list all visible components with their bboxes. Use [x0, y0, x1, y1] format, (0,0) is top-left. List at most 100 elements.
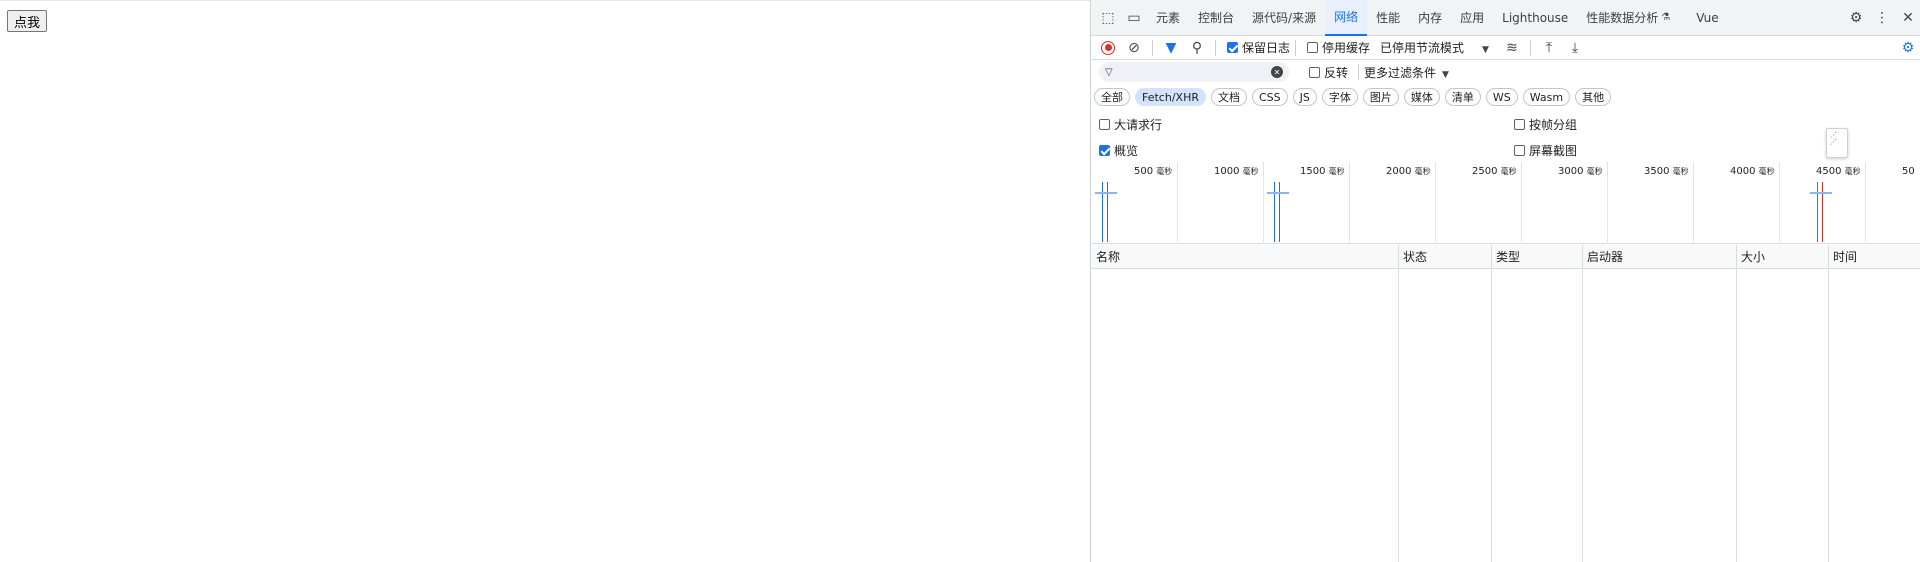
invert-checkbox[interactable] — [1309, 66, 1320, 78]
options-row-2: 概览 屏幕截图 — [1091, 139, 1920, 161]
type-chip-img[interactable]: 图片 — [1362, 88, 1399, 106]
column-divider[interactable] — [1398, 245, 1399, 562]
column-header-initiator[interactable]: 启动器 — [1582, 245, 1736, 269]
timeline-resize-handle[interactable]: ⋰ ⋰ — [1826, 128, 1848, 158]
divider — [1529, 39, 1531, 56]
tab-network[interactable]: 网络 — [1325, 0, 1368, 36]
devtools-panel: ⬚ ▭ 元素 控制台 源代码/来源 网络 性能 内存 应用 Lighthouse… — [1090, 0, 1920, 562]
type-chip-manifest[interactable]: 清单 — [1444, 88, 1481, 106]
click-me-button[interactable]: 点我 — [7, 10, 48, 32]
timeline-tick: 2500 毫秒 — [1472, 162, 1522, 244]
column-header-initiator-label: 启动器 — [1587, 250, 1624, 264]
tab-sources[interactable]: 源代码/来源 — [1243, 0, 1325, 36]
tab-performance[interactable]: 性能 — [1367, 0, 1409, 36]
request-bar — [1095, 192, 1117, 194]
column-header-status-label: 状态 — [1403, 250, 1428, 264]
request-bar — [1267, 192, 1289, 194]
settings-gear-icon[interactable]: ⚙ — [1843, 5, 1869, 31]
tick-label: 500 毫秒 — [1134, 166, 1173, 177]
tab-vue[interactable]: Vue — [1687, 0, 1727, 36]
screenshots-label: 屏幕截图 — [1529, 143, 1578, 158]
more-filters-label: 更多过滤条件 — [1364, 65, 1437, 80]
tick-label: 2500 毫秒 — [1472, 166, 1517, 177]
tab-performance-insights-label: 性能数据分析 — [1586, 11, 1659, 25]
column-header-name-label: 名称 — [1096, 250, 1121, 264]
options-row-1: 大请求行 按帧分组 — [1091, 113, 1920, 135]
screenshots-checkbox[interactable] — [1514, 144, 1526, 156]
divider — [1215, 39, 1216, 56]
tick-label: 1000 毫秒 — [1214, 166, 1259, 177]
tab-lighthouse[interactable]: Lighthouse — [1493, 0, 1577, 36]
filter-bar: ▽ ✕ 反转 更多过滤条件 ▼ — [1091, 57, 1920, 87]
column-header-size-label: 大小 — [1741, 250, 1766, 264]
tick-label: 2000 毫秒 — [1386, 166, 1431, 177]
tab-console[interactable]: 控制台 — [1189, 0, 1243, 36]
timeline-tick: 3500 毫秒 — [1644, 162, 1694, 244]
type-chip-css[interactable]: CSS — [1251, 88, 1288, 106]
group-by-frame-checkbox[interactable] — [1514, 118, 1526, 130]
type-chip-js[interactable]: JS — [1292, 88, 1317, 106]
column-header-size[interactable]: 大小 — [1736, 245, 1828, 269]
column-header-type[interactable]: 类型 — [1491, 245, 1582, 269]
type-chip-fetch-xhr[interactable]: Fetch/XHR — [1135, 88, 1206, 106]
type-chip-ws[interactable]: WS — [1485, 88, 1518, 106]
inspect-element-icon[interactable]: ⬚ — [1095, 5, 1121, 31]
tick-label: 50 — [1902, 166, 1915, 177]
dom-content-loaded-marker — [1274, 182, 1275, 242]
tab-application[interactable]: 应用 — [1451, 0, 1493, 36]
divider — [1295, 39, 1297, 56]
device-toolbar-icon[interactable]: ▭ — [1121, 5, 1147, 31]
more-filters-dropdown[interactable]: 更多过滤条件 ▼ — [1364, 64, 1449, 81]
devtools-tab-bar: ⬚ ▭ 元素 控制台 源代码/来源 网络 性能 内存 应用 Lighthouse… — [1091, 0, 1920, 36]
column-divider[interactable] — [1736, 245, 1737, 562]
request-table: 名称 状态 类型 启动器 大小 时间 — [1091, 245, 1920, 562]
load-event-marker — [1107, 182, 1108, 242]
throttling-select[interactable]: 已停用节流模式 ▼ — [1380, 39, 1489, 56]
throttling-select-label: 已停用节流模式 — [1380, 41, 1465, 55]
dom-content-loaded-marker — [1102, 182, 1103, 242]
tick-label: 4000 毫秒 — [1730, 166, 1775, 177]
request-bar — [1810, 192, 1832, 194]
overview-checkbox[interactable] — [1099, 144, 1110, 156]
type-chip-font[interactable]: 字体 — [1321, 88, 1358, 106]
big-request-rows-label: 大请求行 — [1114, 117, 1163, 132]
divider — [1152, 39, 1153, 56]
filter-funnel-icon: ▽ — [1105, 66, 1113, 78]
flask-icon: ⚗ — [1661, 12, 1671, 23]
type-chip-media[interactable]: 媒体 — [1403, 88, 1440, 106]
timeline-overview[interactable]: 500 毫秒 1000 毫秒 1500 毫秒 2000 毫秒 2500 毫秒 3… — [1091, 162, 1920, 244]
tab-elements[interactable]: 元素 — [1147, 0, 1189, 36]
tab-memory[interactable]: 内存 — [1409, 0, 1451, 36]
type-chip-wasm[interactable]: Wasm — [1522, 88, 1571, 106]
dom-content-loaded-marker — [1817, 182, 1818, 242]
load-event-marker — [1822, 182, 1823, 242]
timeline-tick: 1500 毫秒 — [1300, 162, 1350, 244]
filter-input[interactable]: ▽ ✕ — [1099, 62, 1289, 82]
column-header-name[interactable]: 名称 — [1091, 245, 1398, 269]
column-header-type-label: 类型 — [1496, 250, 1521, 264]
tick-label: 3500 毫秒 — [1644, 166, 1689, 177]
overview-label: 概览 — [1114, 143, 1139, 158]
column-header-status[interactable]: 状态 — [1398, 245, 1491, 269]
preserve-log-checkbox[interactable] — [1227, 42, 1238, 53]
type-chip-all[interactable]: 全部 — [1094, 88, 1130, 106]
disable-cache-checkbox[interactable] — [1307, 42, 1319, 53]
tab-performance-insights[interactable]: 性能数据分析 ⚗ — [1577, 0, 1679, 36]
close-icon[interactable]: ✕ — [1895, 5, 1920, 31]
column-header-time[interactable]: 时间 — [1828, 245, 1920, 269]
timeline-tick: 500 毫秒 — [1134, 162, 1178, 244]
tick-label: 1500 毫秒 — [1300, 166, 1345, 177]
type-chip-doc[interactable]: 文档 — [1210, 88, 1247, 106]
type-chip-other[interactable]: 其他 — [1575, 88, 1612, 106]
column-header-time-label: 时间 — [1833, 250, 1858, 264]
column-divider[interactable] — [1491, 245, 1492, 562]
big-request-rows-checkbox[interactable] — [1099, 118, 1110, 130]
more-options-icon[interactable]: ⋮ — [1869, 5, 1895, 31]
column-divider[interactable] — [1582, 245, 1583, 562]
disable-cache-label: 停用缓存 — [1322, 41, 1371, 55]
clear-filter-icon[interactable]: ✕ — [1271, 66, 1283, 78]
resource-type-filters: 全部 Fetch/XHR 文档 CSS JS 字体 图片 媒体 清单 WS Wa… — [1091, 86, 1920, 108]
column-divider[interactable] — [1828, 245, 1829, 562]
timeline-tick: 4500 毫秒 — [1816, 162, 1866, 244]
timeline-tick: 3000 毫秒 — [1558, 162, 1608, 244]
